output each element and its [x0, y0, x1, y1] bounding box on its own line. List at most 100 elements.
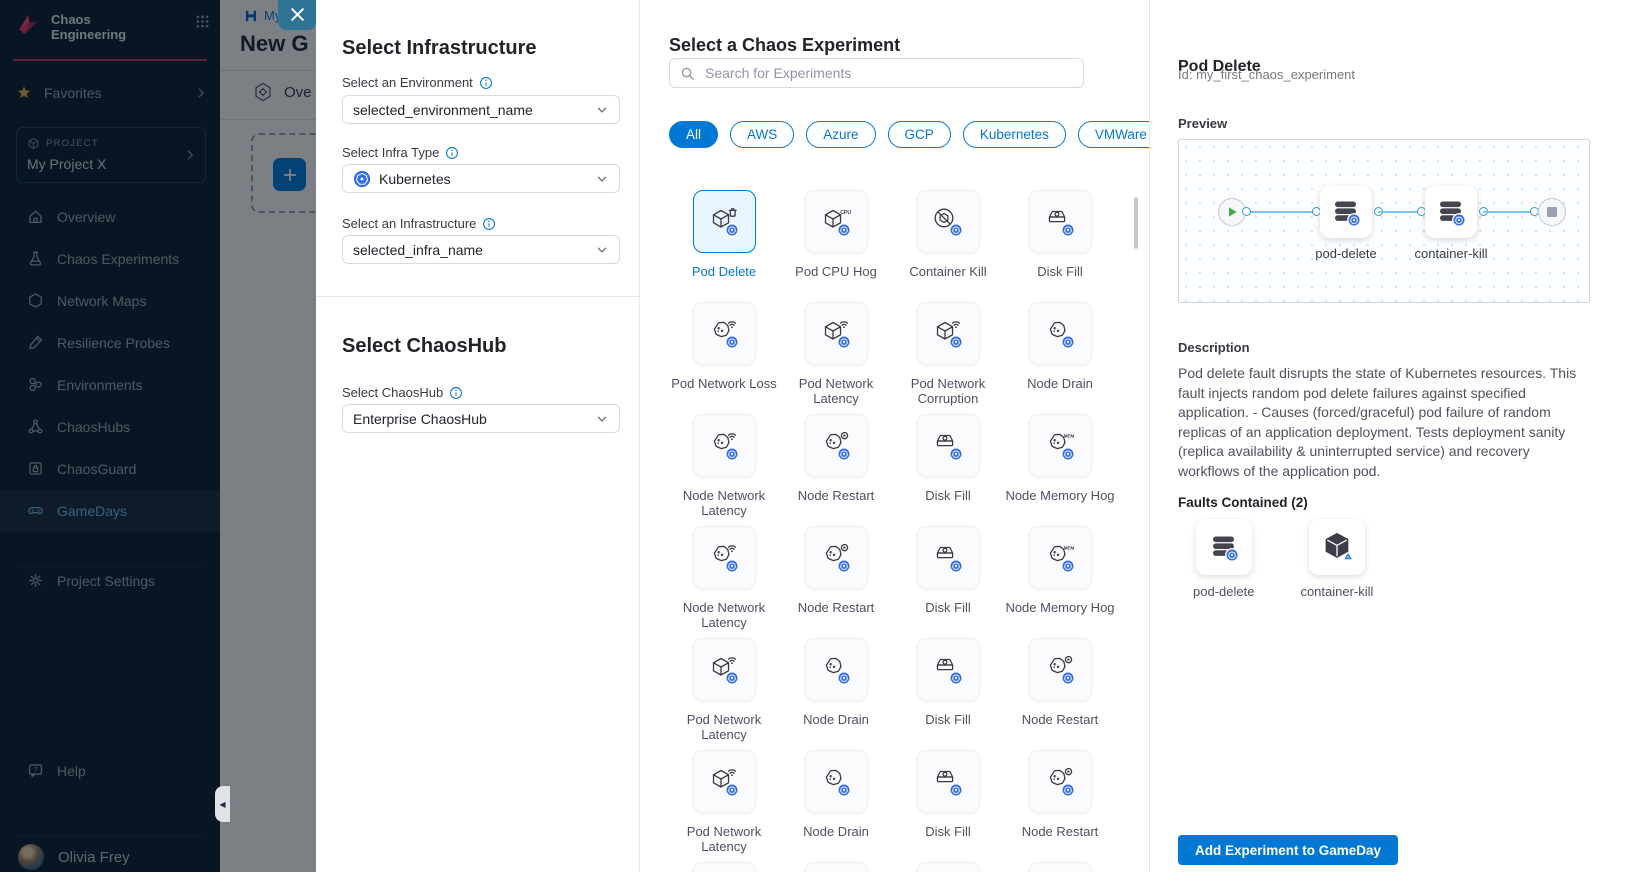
filter-pill[interactable]: Kubernetes: [963, 121, 1066, 148]
pipeline-node-pod-delete[interactable]: [1320, 186, 1372, 238]
experiment-card[interactable]: Node Restart: [1004, 638, 1116, 750]
grid-scrollbar[interactable]: [1134, 197, 1138, 249]
experiment-card[interactable]: Disk Fill: [892, 750, 1004, 862]
pipeline-end-node[interactable]: [1538, 198, 1566, 226]
modal-close-button[interactable]: [278, 0, 316, 30]
experiment-card[interactable]: MEM Node Memory Hog: [1004, 526, 1116, 638]
experiment-card[interactable]: Disk Fill: [892, 526, 1004, 638]
experiment-card-tile[interactable]: [805, 638, 868, 701]
experiment-card-tile[interactable]: [917, 190, 980, 253]
add-experiment-to-gameday-button[interactable]: Add Experiment to GameDay: [1178, 835, 1398, 865]
experiment-card-tile[interactable]: [805, 750, 868, 813]
experiment-card-label: Node Network Latency: [668, 488, 780, 518]
experiment-card-tile[interactable]: [1029, 190, 1092, 253]
experiment-card-tile[interactable]: [693, 414, 756, 477]
experiment-card[interactable]: Pod Network Latency: [668, 862, 780, 872]
experiment-search-input[interactable]: [703, 64, 1073, 82]
fault-item[interactable]: pod-delete: [1193, 519, 1254, 599]
experiment-card[interactable]: Pod Network Latency: [780, 302, 892, 414]
experiment-search: [669, 58, 1084, 88]
experiment-icon: [1044, 318, 1076, 350]
experiment-card[interactable]: Node Drain: [780, 750, 892, 862]
experiment-card-label: Node Drain: [803, 824, 869, 839]
experiment-card-tile[interactable]: [805, 414, 868, 477]
experiment-card-label: Disk Fill: [925, 488, 971, 503]
chevron-down-icon: [595, 412, 609, 426]
experiment-card[interactable]: CPU Pod CPU Hog: [780, 190, 892, 302]
fault-item[interactable]: A container-kill: [1300, 519, 1373, 599]
experiment-card-tile[interactable]: [805, 526, 868, 589]
filter-pill[interactable]: All: [669, 121, 718, 148]
environment-value: selected_environment_name: [353, 102, 533, 118]
experiment-card-tile[interactable]: [805, 302, 868, 365]
experiment-card-tile[interactable]: [693, 638, 756, 701]
experiment-card-tile[interactable]: [805, 862, 868, 872]
experiment-card-label: Pod CPU Hog: [795, 264, 877, 279]
experiment-card[interactable]: Node Network Latency: [668, 414, 780, 526]
experiment-card-tile[interactable]: [917, 526, 980, 589]
infra-type-select[interactable]: Kubernetes: [342, 164, 620, 193]
experiment-card[interactable]: Node Drain: [780, 862, 892, 872]
experiment-card-tile[interactable]: [917, 638, 980, 701]
experiment-card[interactable]: Node Restart: [1004, 862, 1116, 872]
info-icon[interactable]: [449, 386, 463, 400]
infrastructure-select[interactable]: selected_infra_name: [342, 235, 620, 264]
experiment-card[interactable]: Disk Fill: [1004, 190, 1116, 302]
kubernetes-icon: [353, 170, 371, 188]
experiment-icon: CPU: [820, 206, 852, 238]
experiment-card[interactable]: Node Restart: [780, 526, 892, 638]
info-icon[interactable]: [479, 76, 493, 90]
experiment-card-tile[interactable]: [693, 302, 756, 365]
gameday-experiment-modal: Select Infrastructure Select an Environm…: [316, 0, 1630, 872]
experiment-card[interactable]: Disk Fill: [892, 862, 1004, 872]
experiment-card[interactable]: Node Restart: [780, 414, 892, 526]
fault-card: [1196, 519, 1252, 575]
experiment-card[interactable]: Disk Fill: [892, 638, 1004, 750]
environment-label: Select an Environment: [342, 75, 493, 90]
info-icon[interactable]: [445, 146, 459, 160]
experiment-card[interactable]: Pod Network Loss: [668, 302, 780, 414]
experiment-card-tile[interactable]: CPU: [805, 190, 868, 253]
experiment-card[interactable]: Node Restart: [1004, 750, 1116, 862]
experiment-card-tile[interactable]: [1029, 302, 1092, 365]
select-chaoshub-title: Select ChaosHub: [342, 335, 506, 358]
experiment-card[interactable]: MEM Node Memory Hog: [1004, 414, 1116, 526]
experiment-card-tile[interactable]: MEM: [1029, 526, 1092, 589]
experiment-card[interactable]: Pod Network Latency: [668, 750, 780, 862]
experiment-card-tile[interactable]: [917, 414, 980, 477]
experiment-card[interactable]: Pod Network Latency: [668, 638, 780, 750]
filter-pill[interactable]: GCP: [888, 121, 951, 148]
filter-pill-label: AWS: [747, 127, 777, 142]
experiment-card-tile[interactable]: [917, 302, 980, 365]
experiment-card[interactable]: Node Drain: [780, 638, 892, 750]
experiment-card-tile[interactable]: [693, 862, 756, 872]
pipeline-node-container-kill[interactable]: [1425, 186, 1477, 238]
experiment-card[interactable]: Container Kill: [892, 190, 1004, 302]
chaoshub-select[interactable]: Enterprise ChaosHub: [342, 404, 620, 433]
experiment-icon: [708, 542, 740, 574]
experiment-card[interactable]: Node Network Latency: [668, 526, 780, 638]
experiment-card-tile[interactable]: [917, 750, 980, 813]
filter-pill[interactable]: VMWare: [1078, 121, 1149, 148]
experiment-card-tile[interactable]: [917, 862, 980, 872]
experiment-card-tile[interactable]: [1029, 862, 1092, 872]
experiment-card-tile[interactable]: [693, 750, 756, 813]
experiment-card-label: Node Restart: [798, 488, 875, 503]
experiment-icon: [820, 318, 852, 350]
experiment-card-tile[interactable]: [693, 526, 756, 589]
experiment-card[interactable]: Pod Network Corruption: [892, 302, 1004, 414]
experiment-card-tile[interactable]: MEM: [1029, 414, 1092, 477]
experiment-card[interactable]: Node Drain: [1004, 302, 1116, 414]
experiment-card[interactable]: Disk Fill: [892, 414, 1004, 526]
experiment-card-label: Node Memory Hog: [1005, 600, 1114, 615]
experiment-card-tile[interactable]: [693, 190, 756, 253]
info-icon[interactable]: [482, 217, 496, 231]
experiment-card[interactable]: Pod Delete: [668, 190, 780, 302]
filter-pill[interactable]: Azure: [806, 121, 875, 148]
sidebar-collapse-handle[interactable]: ◀: [215, 786, 230, 822]
experiment-card-tile[interactable]: [1029, 638, 1092, 701]
environment-select[interactable]: selected_environment_name: [342, 95, 620, 124]
modal-backdrop[interactable]: [0, 0, 316, 872]
filter-pill[interactable]: AWS: [730, 121, 794, 148]
experiment-card-tile[interactable]: [1029, 750, 1092, 813]
